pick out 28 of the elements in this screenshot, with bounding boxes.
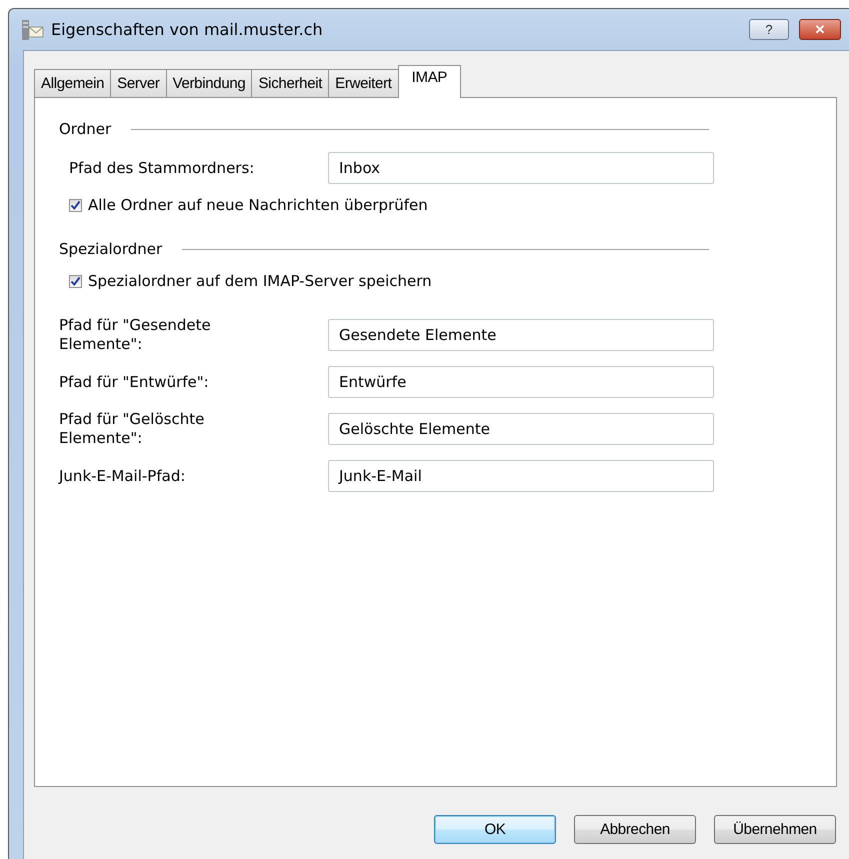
dialog-button[interactable]: OK xyxy=(434,815,556,844)
tab[interactable]: Server xyxy=(110,69,167,97)
field-label: Pfad für "Gesendete Elemente": xyxy=(59,316,212,354)
text-field[interactable]: Entwürfe xyxy=(328,366,714,398)
field-label: Pfad für "Gelöschte Elemente": xyxy=(59,410,206,448)
field-label: Pfad des Stammordners: xyxy=(68,158,256,178)
group-title: Ordner xyxy=(59,120,112,138)
mail-server-icon xyxy=(21,18,45,40)
text-field[interactable]: Inbox xyxy=(328,152,714,184)
checkbox[interactable] xyxy=(69,274,82,288)
dialog-button[interactable]: Übernehmen xyxy=(714,815,836,844)
group-title: Spezialordner xyxy=(59,240,162,258)
tab[interactable]: Erweitert xyxy=(328,69,399,97)
field-label: Junk-E-Mail-Pfad: xyxy=(59,466,186,486)
tab[interactable]: Verbindung xyxy=(166,69,252,97)
field-label: Pfad für "Entwürfe": xyxy=(59,372,210,392)
tab[interactable]: Allgemein xyxy=(34,69,112,97)
window-title: Eigenschaften von mail.muster.ch xyxy=(51,20,323,39)
checkbox[interactable] xyxy=(69,198,82,212)
checkbox-label: Alle Ordner auf neue Nachrichten überprüfen xyxy=(88,196,428,214)
dialog-button[interactable]: Abbrechen xyxy=(574,815,696,844)
checkbox-label: Spezialordner auf dem IMAP-Server speichern xyxy=(88,272,432,290)
text-field[interactable]: Gesendete Elemente xyxy=(328,319,714,351)
text-field[interactable]: Gelöschte Elemente xyxy=(328,413,714,445)
tab[interactable]: IMAP xyxy=(398,65,462,98)
text-field[interactable]: Junk-E-Mail xyxy=(328,460,714,492)
help-button[interactable]: ? xyxy=(749,19,789,40)
tab[interactable]: Sicherheit xyxy=(251,69,330,97)
